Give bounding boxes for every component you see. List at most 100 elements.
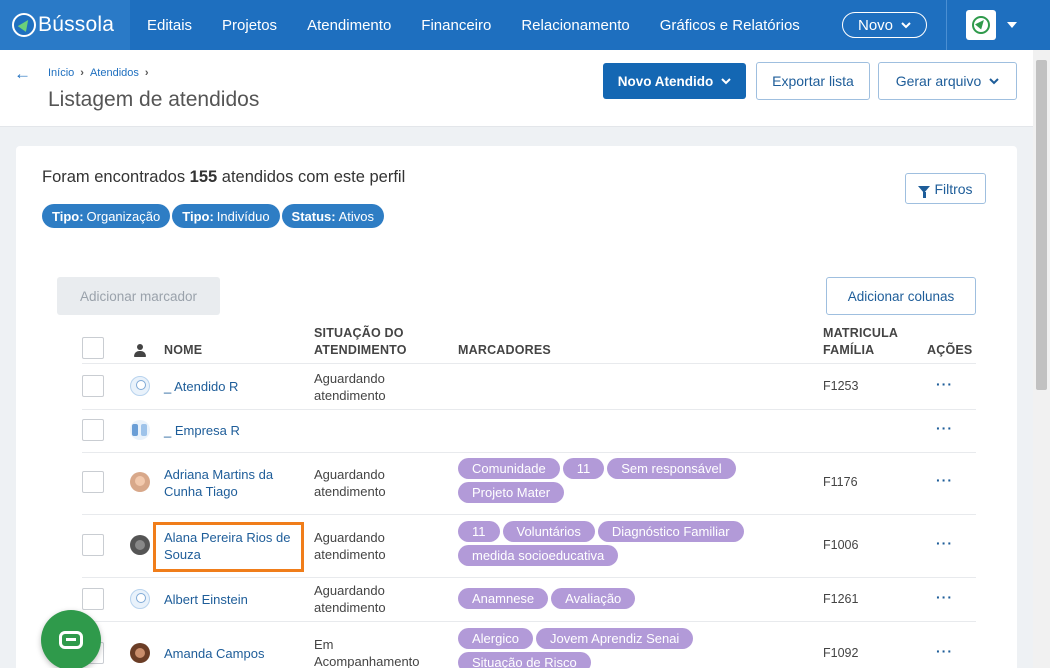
avatar bbox=[130, 643, 150, 663]
col-header-matricula[interactable]: MATRICULA FAMÍLIA bbox=[823, 325, 913, 359]
breadcrumb-atendidos[interactable]: Atendidos bbox=[90, 67, 139, 79]
avatar bbox=[130, 420, 150, 440]
chip-value: Organização bbox=[86, 208, 161, 224]
row-divider bbox=[82, 409, 976, 410]
exportar-lista-label: Exportar lista bbox=[772, 73, 854, 89]
nav-item-financeiro[interactable]: Financeiro bbox=[421, 17, 491, 34]
results-summary: Foram encontrados 155 atendidos com este… bbox=[42, 168, 405, 187]
row-actions-menu-icon[interactable]: ··· bbox=[936, 589, 953, 605]
filter-chip-tipo-individuo[interactable]: Tipo: Indivíduo bbox=[172, 204, 280, 228]
breadcrumb-inicio[interactable]: Início bbox=[48, 67, 74, 79]
col-header-situacao[interactable]: SITUAÇÃO DO ATENDIMENTO bbox=[314, 325, 424, 359]
situacao-text: Aguardando atendimento bbox=[314, 467, 386, 499]
novo-label: Novo bbox=[857, 16, 894, 34]
filtros-button[interactable]: Filtros bbox=[905, 173, 986, 204]
atendido-name-link[interactable]: Amanda Campos bbox=[164, 645, 264, 662]
marcador-tag: Projeto Mater bbox=[458, 482, 565, 503]
nav-item-projetos[interactable]: Projetos bbox=[222, 17, 277, 34]
col-header-marcadores: MARCADORES bbox=[458, 343, 551, 357]
filtros-label: Filtros bbox=[934, 180, 973, 197]
novo-button[interactable]: Novo bbox=[842, 12, 927, 38]
top-navbar: Bússola Editais Projetos Atendimento Fin… bbox=[0, 0, 1050, 50]
breadcrumb: Início › Atendidos › bbox=[48, 67, 149, 79]
marcador-tag: Jovem Aprendiz Senai bbox=[535, 628, 694, 649]
select-all-checkbox[interactable] bbox=[82, 337, 104, 359]
app-logo[interactable]: Bússola bbox=[0, 0, 130, 50]
row-checkbox[interactable] bbox=[82, 375, 104, 397]
chat-icon bbox=[59, 631, 83, 649]
org-logo-icon bbox=[972, 16, 990, 34]
row-checkbox[interactable] bbox=[82, 471, 104, 493]
row-checkbox[interactable] bbox=[82, 534, 104, 556]
row-divider bbox=[82, 452, 976, 453]
chevron-down-icon bbox=[989, 77, 1000, 84]
gerar-arquivo-button[interactable]: Gerar arquivo bbox=[878, 62, 1017, 100]
user-avatar[interactable] bbox=[966, 10, 996, 40]
breadcrumb-separator-icon: › bbox=[144, 67, 149, 79]
chat-button[interactable] bbox=[41, 610, 101, 668]
matricula-text: F1253 bbox=[823, 379, 859, 393]
scrollbar-thumb[interactable] bbox=[1036, 60, 1047, 390]
results-count: 155 bbox=[189, 168, 218, 186]
col-header-nome[interactable]: NOME bbox=[164, 342, 202, 359]
novo-atendido-button[interactable]: Novo Atendido bbox=[603, 63, 746, 99]
marcador-tag: Comunidade bbox=[458, 458, 560, 479]
page-scrollbar[interactable] bbox=[1033, 50, 1050, 668]
chip-key: Tipo: bbox=[182, 208, 214, 224]
avatar bbox=[130, 535, 150, 555]
adicionar-marcador-button: Adicionar marcador bbox=[57, 277, 220, 315]
compass-icon bbox=[12, 13, 36, 37]
summary-suffix: atendidos com este perfil bbox=[221, 168, 406, 186]
marcador-tag: Situação de Risco bbox=[458, 652, 591, 668]
row-checkbox[interactable] bbox=[82, 588, 104, 610]
nav-item-atendimento[interactable]: Atendimento bbox=[307, 17, 391, 34]
novo-atendido-label: Novo Atendido bbox=[617, 73, 714, 89]
atendido-name-link[interactable]: Albert Einstein bbox=[164, 591, 248, 608]
col-header-acoes: AÇÕES bbox=[927, 343, 973, 357]
breadcrumb-separator-icon: › bbox=[80, 67, 84, 79]
summary-prefix: Foram encontrados bbox=[42, 168, 186, 186]
matricula-text: F1092 bbox=[823, 646, 859, 660]
exportar-lista-button[interactable]: Exportar lista bbox=[756, 62, 870, 100]
nav-item-relacionamento[interactable]: Relacionamento bbox=[521, 17, 629, 34]
chip-key: Tipo: bbox=[52, 208, 84, 224]
avatar bbox=[130, 376, 150, 396]
marcadores-list: Anamnese Avaliação bbox=[458, 588, 808, 609]
marcador-tag: Alergico bbox=[458, 628, 533, 649]
atendido-name-link[interactable]: Adriana Martins da Cunha Tiago bbox=[164, 466, 299, 500]
avatar bbox=[130, 472, 150, 492]
user-menu-caret-icon[interactable] bbox=[1007, 22, 1017, 28]
row-divider bbox=[82, 514, 976, 515]
nav-item-graficos[interactable]: Gráficos e Relatórios bbox=[660, 17, 800, 34]
marcadores-list: 11 Voluntários Diagnóstico Familiar medi… bbox=[458, 521, 808, 566]
row-actions-menu-icon[interactable]: ··· bbox=[936, 472, 953, 488]
marcadores-list: Comunidade 11 Sem responsável Projeto Ma… bbox=[458, 458, 808, 503]
marcador-tag: Avaliação bbox=[551, 588, 636, 609]
filter-chip-status[interactable]: Status: Ativos bbox=[281, 204, 385, 228]
row-actions-menu-icon[interactable]: ··· bbox=[936, 376, 953, 392]
filter-chip-tipo-organizacao[interactable]: Tipo: Organização bbox=[42, 204, 171, 228]
active-filters: Tipo: Organização Tipo: Indivíduo Status: A… bbox=[42, 204, 385, 228]
atendido-name-link[interactable]: _ Empresa R bbox=[164, 422, 240, 439]
adicionar-colunas-button[interactable]: Adicionar colunas bbox=[826, 277, 976, 315]
row-checkbox[interactable] bbox=[82, 419, 104, 441]
chip-value: Indivíduo bbox=[216, 208, 270, 224]
nav-item-editais[interactable]: Editais bbox=[147, 17, 192, 34]
row-divider bbox=[82, 577, 976, 578]
chevron-down-icon bbox=[901, 21, 911, 28]
filter-icon bbox=[918, 186, 931, 198]
matricula-text: F1006 bbox=[823, 538, 859, 552]
atendidos-card: Foram encontrados 155 atendidos com este… bbox=[16, 146, 1017, 668]
row-actions-menu-icon[interactable]: ··· bbox=[936, 643, 953, 659]
marcador-tag: Voluntários bbox=[502, 521, 595, 542]
chevron-down-icon bbox=[721, 77, 731, 84]
matricula-text: F1176 bbox=[823, 475, 858, 489]
back-arrow-icon[interactable]: ← bbox=[14, 64, 31, 84]
app-name: Bússola bbox=[38, 13, 115, 36]
row-actions-menu-icon[interactable]: ··· bbox=[936, 420, 953, 436]
page-title: Listagem de atendidos bbox=[48, 88, 260, 111]
page-header: ← Início › Atendidos › Listagem de atend… bbox=[0, 50, 1033, 127]
gerar-arquivo-label: Gerar arquivo bbox=[895, 73, 982, 89]
atendido-name-link[interactable]: _ Atendido R bbox=[164, 378, 238, 395]
row-actions-menu-icon[interactable]: ··· bbox=[936, 535, 953, 551]
